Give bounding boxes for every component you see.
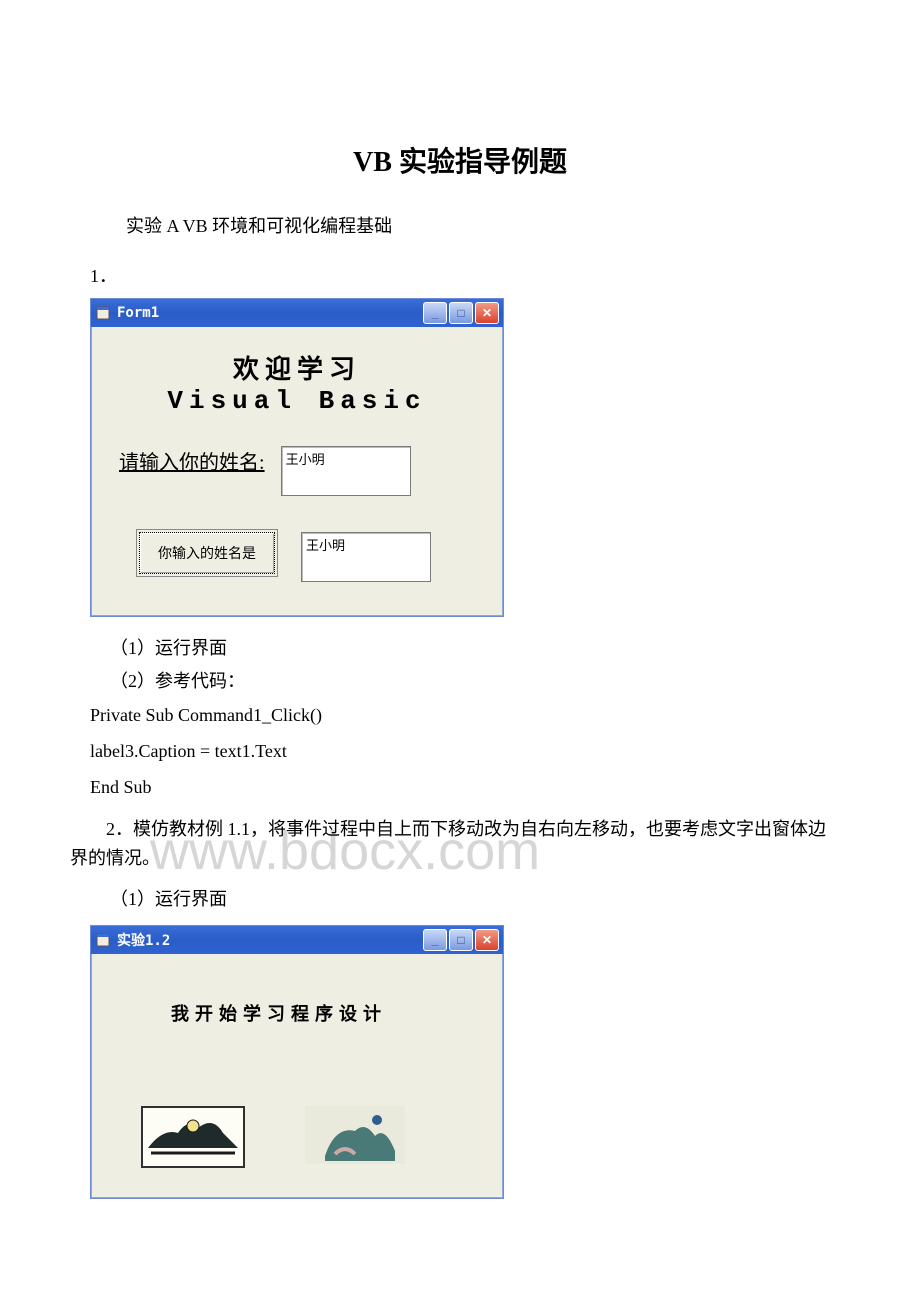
caption-run-ui-2: （1）运行界面 bbox=[110, 883, 860, 915]
minimize-button[interactable]: _ bbox=[423, 302, 447, 324]
page-title: VB 实验指导例题 bbox=[60, 140, 860, 180]
form1-title-text: Form1 bbox=[117, 305, 423, 321]
form1-titlebar[interactable]: Form1 _ □ ✕ bbox=[91, 299, 503, 327]
caption-code: （2）参考代码： bbox=[110, 665, 860, 697]
name-output-label: 王小明 bbox=[301, 532, 431, 582]
maximize-button[interactable]: □ bbox=[449, 302, 473, 324]
welcome-line-2: Visual Basic bbox=[109, 386, 485, 416]
section-1-number: 1． bbox=[90, 262, 860, 288]
intro-text: 实验 A VB 环境和可视化编程基础 bbox=[90, 210, 860, 242]
form-icon bbox=[95, 305, 111, 321]
minimize-button[interactable]: _ bbox=[423, 929, 447, 951]
section-2-text: 2．模仿教材例 1.1，将事件过程中自上而下移动改为自右向左移动，也要考虑文字出… bbox=[70, 815, 830, 873]
image-box-2[interactable] bbox=[305, 1106, 405, 1164]
welcome-line-1: 欢迎学习 bbox=[109, 349, 485, 386]
close-button[interactable]: ✕ bbox=[475, 929, 499, 951]
image-box-1[interactable] bbox=[141, 1106, 245, 1168]
show-name-button[interactable]: 你输入的姓名是 bbox=[139, 532, 275, 574]
moving-text-label: 我开始学习程序设计 bbox=[171, 1000, 483, 1026]
caption-run-ui: （1）运行界面 bbox=[110, 632, 860, 664]
form2-title-text: 实验1.2 bbox=[117, 930, 423, 950]
code-line-2: label3.Caption = text1.Text bbox=[90, 733, 860, 769]
form1-window: Form1 _ □ ✕ 欢迎学习 Visual Basic 请输入你的姓名: 王… bbox=[90, 298, 504, 617]
name-prompt-label: 请输入你的姓名: bbox=[119, 446, 265, 475]
code-line-1: Private Sub Command1_Click() bbox=[90, 697, 860, 733]
name-input[interactable]: 王小明 bbox=[281, 446, 411, 496]
form2-window: 实验1.2 _ □ ✕ 我开始学习程序设计 bbox=[90, 925, 504, 1199]
code-line-3: End Sub bbox=[90, 769, 860, 805]
close-button[interactable]: ✕ bbox=[475, 302, 499, 324]
maximize-button[interactable]: □ bbox=[449, 929, 473, 951]
form-icon bbox=[95, 932, 111, 948]
form2-titlebar[interactable]: 实验1.2 _ □ ✕ bbox=[91, 926, 503, 954]
